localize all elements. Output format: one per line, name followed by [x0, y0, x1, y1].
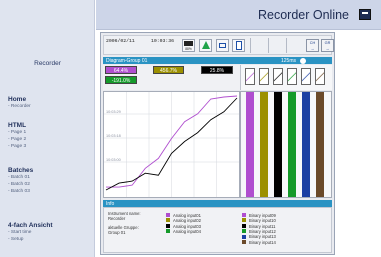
nav-group-html: HTML - Page 1 - Page 2 - Page 3 — [8, 122, 26, 150]
binary-trend-strip — [240, 91, 332, 198]
binary-indicator-11 — [273, 68, 283, 85]
nav-head-html[interactable]: HTML — [8, 122, 26, 130]
date-display: 2006/02/11 — [106, 39, 135, 44]
recorder-toolbar: 2006/02/11 10:03:36 88% CH → GR → — [103, 35, 334, 55]
binary-legend-label: Binary input13 — [249, 234, 276, 240]
binary-legend-label: Binary input10 — [249, 218, 276, 224]
nav-group-home: Home - Recorder — [8, 96, 31, 111]
binary-legend-swatch — [242, 223, 246, 228]
binary-legend-swatch — [242, 213, 246, 217]
y-tick-label: 10:03:29 — [106, 110, 121, 114]
page-title: Recorder Online — [257, 8, 349, 22]
trend-chart-svg: 10:03:29 10:03:18 10:03:00 — [104, 92, 239, 197]
card-icon[interactable] — [216, 39, 229, 52]
memory-icon[interactable]: 88% — [182, 39, 195, 52]
binary-indicator-10 — [259, 68, 269, 85]
nav-head-batches[interactable]: Batches — [8, 167, 33, 175]
group-button[interactable]: GR → — [321, 39, 334, 52]
binary-trend-13 — [302, 92, 310, 197]
binary-trend-11 — [274, 92, 282, 197]
info-header: Info — [103, 200, 332, 207]
info-icon[interactable] — [300, 57, 306, 64]
analog-legend-swatch — [166, 229, 170, 234]
nav-item-recorder[interactable]: - Recorder — [8, 104, 31, 111]
group-header: Diagram-Group 01 125ms — [103, 57, 332, 64]
value-analog-04: -191.0% — [105, 76, 137, 84]
nav-item-batch-02[interactable]: - Batch 02 — [8, 182, 33, 189]
binary-indicator-12 — [287, 68, 297, 85]
memory-percent: 88% — [185, 47, 192, 51]
analog-legend-swatch — [166, 218, 170, 223]
tree-icon[interactable] — [199, 39, 212, 52]
value-display-area: 64.4% 456.7% 25.8% -191.0% — [103, 65, 240, 90]
header-bar: Recorder Online — [96, 0, 381, 30]
nav-head-4fach[interactable]: 4-fach Ansicht — [8, 222, 53, 230]
nav-item-page-3[interactable]: - Page 3 — [8, 144, 26, 151]
nav-item-page-2[interactable]: - Page 2 — [8, 137, 26, 144]
nav-item-batch-03[interactable]: - Batch 03 — [8, 189, 33, 196]
channel-button-label: CH — [309, 41, 316, 45]
brand-label: Recorder — [34, 60, 61, 67]
y-tick-label: 10:03:00 — [106, 158, 121, 162]
nav-group-batches: Batches - Batch 01 - Batch 02 - Batch 03 — [8, 167, 33, 195]
channel-button[interactable]: CH → — [306, 39, 319, 52]
document-icon[interactable] — [232, 39, 245, 52]
analog-legend-label: Analog input01 — [173, 212, 201, 218]
binary-trend-9 — [246, 92, 254, 197]
binary-trend-10 — [260, 92, 268, 197]
binary-trend-14 — [316, 92, 324, 197]
recorder-panel: 2006/02/11 10:03:36 88% CH → GR → Diagram-… — [100, 32, 335, 255]
nav-head-home[interactable]: Home — [8, 96, 31, 104]
time-display: 10:03:36 — [151, 39, 175, 44]
window-menu-button[interactable] — [359, 9, 371, 20]
arrow-right-icon: → — [325, 46, 330, 51]
analog-legend-label: Analog input04 — [173, 228, 201, 234]
sample-rate: 125ms — [281, 57, 297, 64]
binary-legend-swatch — [242, 240, 246, 244]
instrument-name-value: Recorder — [108, 216, 126, 221]
binary-indicator-9 — [245, 68, 255, 85]
info-panel: Instrument name: Recorder aktuelle Grupp… — [103, 207, 332, 253]
toolbar-divider — [268, 38, 269, 53]
nav-item-page-1[interactable]: - Page 1 — [8, 130, 26, 137]
binary-trend-12 — [288, 92, 296, 197]
info-title: Info — [106, 200, 115, 207]
binary-legend-swatch — [242, 234, 246, 239]
binary-legend-label: Binary input11 — [249, 223, 276, 229]
binary-legend-label: Binary input14 — [249, 239, 276, 245]
analog-legend-swatch — [166, 213, 170, 217]
binary-indicator-13 — [301, 68, 311, 85]
trend-chart: 10:03:29 10:03:18 10:03:00 — [103, 91, 240, 198]
sidebar: Recorder Home - Recorder HTML - Page 1 -… — [0, 0, 95, 257]
binary-legend-swatch — [242, 229, 246, 234]
analog-legend-swatch — [166, 223, 170, 228]
nav-group-4fach: 4-fach Ansicht - Start time - Setup — [8, 222, 53, 244]
nav-item-batch-01[interactable]: - Batch 01 — [8, 175, 33, 182]
group-button-label: GR — [324, 41, 331, 45]
nav-item-setup[interactable]: - Setup — [8, 237, 53, 244]
value-analog-03: 25.8% — [201, 66, 233, 74]
current-group-value: Group 01 — [108, 230, 126, 235]
analog-legend-label: Analog input02 — [173, 218, 201, 224]
binary-legend-label: Binary input09 — [249, 212, 276, 218]
binary-legend-swatch — [242, 218, 246, 223]
nav-item-start-time[interactable]: - Start time — [8, 230, 53, 237]
binary-legend-label: Binary input12 — [249, 228, 276, 234]
arrow-right-icon: → — [310, 46, 315, 51]
group-name: Diagram-Group 01 — [106, 57, 148, 64]
value-analog-01: 64.4% — [105, 66, 137, 74]
toolbar-divider — [286, 38, 287, 53]
binary-indicators — [240, 65, 332, 90]
y-tick-label: 10:03:18 — [106, 134, 121, 138]
binary-indicator-14 — [315, 68, 325, 85]
analog-legend-label: Analog input03 — [173, 223, 201, 229]
toolbar-divider — [250, 38, 251, 53]
value-analog-02: 456.7% — [153, 66, 184, 74]
